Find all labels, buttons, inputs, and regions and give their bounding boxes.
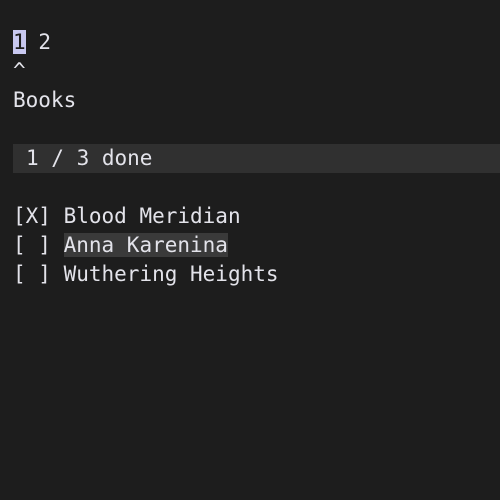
- tab-bar: 1 2: [13, 28, 51, 57]
- status-bar: 1 / 3 done: [13, 144, 500, 173]
- tab-1[interactable]: 1: [13, 30, 26, 54]
- item-label: Blood Meridian: [63, 204, 241, 228]
- list-item[interactable]: [ ] Wuthering Heights: [13, 260, 279, 289]
- checkbox-checked[interactable]: [X]: [13, 204, 51, 228]
- tab-2[interactable]: 2: [38, 30, 51, 54]
- checkbox-unchecked[interactable]: [ ]: [13, 233, 51, 257]
- item-label: Wuthering Heights: [63, 262, 279, 286]
- checkbox-unchecked[interactable]: [ ]: [13, 262, 51, 286]
- terminal-screen: 1 2 ^ Books 1 / 3 done [X] Blood Meridia…: [0, 0, 500, 500]
- tab-separator: [26, 30, 39, 54]
- item-label: Anna Karenina: [63, 233, 228, 257]
- list-title: Books: [13, 88, 77, 112]
- active-tab-caret: ^: [13, 59, 26, 83]
- list-item-selected[interactable]: [ ] Anna Karenina: [13, 231, 228, 260]
- list-item[interactable]: [X] Blood Meridian: [13, 202, 241, 231]
- progress-status: 1 / 3 done: [26, 146, 153, 170]
